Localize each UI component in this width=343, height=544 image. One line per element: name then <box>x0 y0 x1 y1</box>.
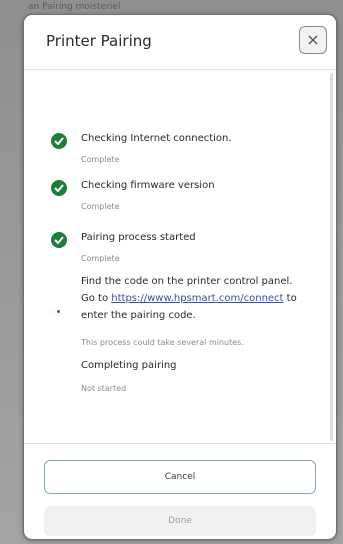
done-button[interactable]: Done <box>44 506 316 536</box>
step-status: Complete <box>81 155 120 164</box>
step-status: Complete <box>81 202 120 211</box>
close-button[interactable]: × <box>299 26 327 54</box>
backdrop-partial-text: an Pairing moisteriel <box>28 2 121 12</box>
progress-dot-icon <box>57 310 60 313</box>
check-icon <box>51 180 67 196</box>
instruction-to: to <box>283 293 297 304</box>
instruction-line-2: Go to https://www.hpsmart.com/connect to <box>81 290 321 307</box>
dialog-title: Printer Pairing <box>46 32 152 50</box>
completing-pairing-status: Not started <box>81 384 127 393</box>
step-title: Checking firmware version <box>81 180 215 191</box>
completing-pairing-title: Completing pairing <box>81 360 177 371</box>
pairing-time-note: This process could take several minutes. <box>81 338 244 347</box>
dialog-header: Printer Pairing × <box>24 15 336 70</box>
step-status: Complete <box>81 254 120 263</box>
instruction-go-to: Go to <box>81 293 112 304</box>
printer-pairing-dialog: Printer Pairing × Checking Internet conn… <box>23 14 337 540</box>
scrollbar[interactable] <box>330 73 333 441</box>
instruction-line-3: enter the pairing code. <box>81 310 196 321</box>
pairing-instruction: Find the code on the printer control pan… <box>81 273 321 324</box>
check-icon <box>51 232 67 248</box>
cancel-button[interactable]: Cancel <box>44 460 316 494</box>
step-title: Pairing process started <box>81 232 196 243</box>
check-icon <box>51 133 67 149</box>
instruction-line-1: Find the code on the printer control pan… <box>81 276 293 287</box>
close-icon: × <box>306 30 320 49</box>
step-title: Checking Internet connection. <box>81 133 232 144</box>
hpsmart-connect-link[interactable]: https://www.hpsmart.com/connect <box>111 293 283 304</box>
dialog-footer: Cancel Done <box>24 443 336 539</box>
